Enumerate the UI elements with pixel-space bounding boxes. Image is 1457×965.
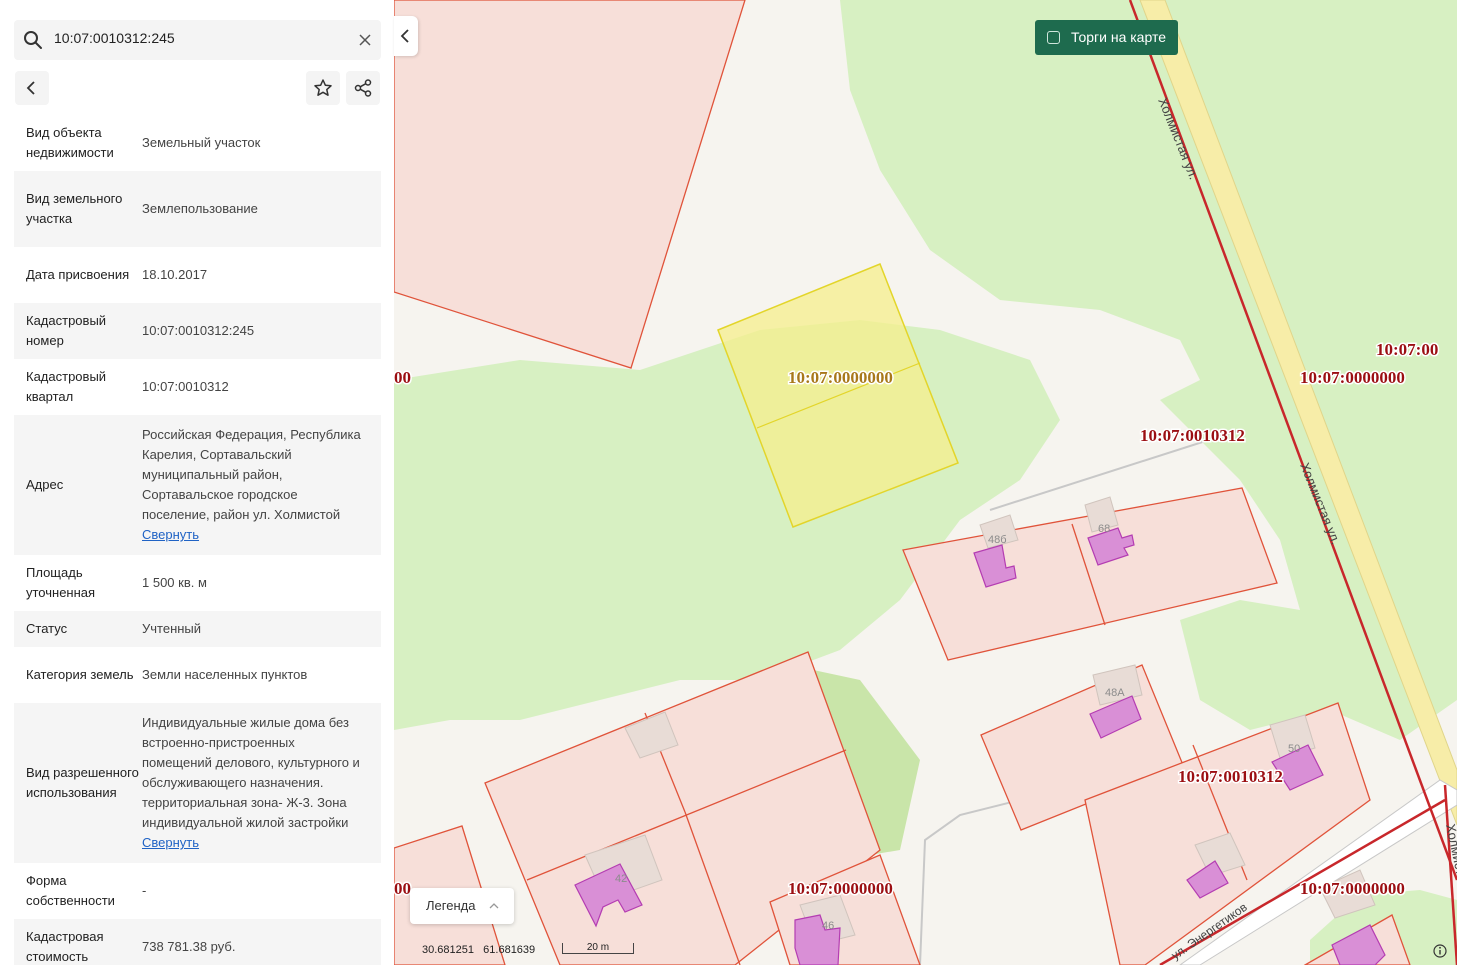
chevron-left-icon [400, 29, 409, 43]
detail-key: Категория земель [26, 667, 134, 682]
coordinates-readout: 30.681251 61.681639 [422, 944, 536, 956]
search-input[interactable] [54, 30, 344, 46]
house-number: 42 [615, 873, 627, 885]
details-list: Вид объекта недвижимости Земельный участ… [14, 115, 381, 965]
cadastral-label: 10:07:0000000 [1300, 368, 1405, 387]
cadastral-label: 10:07:0000000 [788, 879, 893, 898]
detail-row: Дата присвоения 18.10.2017 [14, 247, 381, 303]
detail-value: 10:07:0010312:245 [142, 323, 255, 338]
detail-row: Вид объекта недвижимости Земельный участ… [14, 115, 381, 171]
detail-row: Форма собственности - [14, 863, 381, 919]
scale-bar: 20 m [562, 943, 634, 954]
legend-label: Легенда [426, 898, 476, 913]
detail-key: Кадастровая стоимость [26, 929, 104, 964]
search-bar [14, 20, 381, 60]
detail-value: 738 781.38 руб. [142, 939, 236, 954]
detail-key: Площадь уточненная [26, 565, 96, 600]
collapse-link[interactable]: Свернуть [142, 833, 367, 853]
detail-value: 18.10.2017 [142, 267, 208, 282]
close-icon[interactable] [357, 32, 373, 48]
cadastral-label: 10:07:00 [1376, 340, 1438, 359]
detail-value: Землепользование [142, 201, 258, 216]
detail-key: Кадастровый номер [26, 313, 107, 348]
detail-key: Дата присвоения [26, 267, 130, 282]
map-canvas[interactable]: 48б 68 48А 50 42 46 Холмистая ул. Холмис… [394, 0, 1457, 965]
cadastral-label: 10:07:0000000 [788, 368, 893, 387]
detail-value: Земли населенных пунктов [142, 667, 308, 682]
auctions-toggle-label: Торги на карте [1071, 29, 1166, 45]
chevron-up-icon [489, 903, 499, 909]
detail-row: Категория земель Земли населенных пункто… [14, 647, 381, 703]
detail-value: 10:07:0010312 [142, 379, 229, 394]
detail-row: Вид земельного участка Землепользование [14, 171, 381, 247]
detail-key: Вид объекта недвижимости [26, 125, 114, 160]
greenery-area [394, 320, 1060, 730]
detail-value: Учтенный [142, 621, 202, 636]
house-number: 50 [1288, 743, 1300, 755]
house-number: 48б [988, 534, 1007, 546]
detail-key: Кадастровый квартал [26, 369, 107, 404]
detail-value: Российская Федерация, Республика Карелия… [142, 427, 361, 522]
auctions-toggle[interactable]: Торги на карте [1035, 20, 1178, 55]
detail-row: Площадь уточненная 1 500 кв. м [14, 555, 381, 611]
detail-key: Вид земельного участка [26, 191, 123, 226]
cadastral-label: 00 [394, 368, 411, 387]
house-number: 48А [1105, 687, 1125, 699]
detail-value: Индивидуальные жилые дома без встроенно-… [142, 715, 360, 830]
detail-value: 1 500 кв. м [142, 575, 207, 590]
cadastral-label: 00 [394, 879, 411, 898]
info-icon[interactable] [1433, 944, 1447, 958]
detail-key: Адрес [26, 477, 64, 492]
share-button[interactable] [346, 71, 380, 105]
detail-row: Вид разрешенного использования Индивидуа… [14, 703, 381, 863]
search-icon[interactable] [23, 30, 43, 50]
house-number: 68 [1098, 523, 1110, 535]
detail-row: Статус Учтенный [14, 611, 381, 647]
detail-key: Вид разрешенного использования [26, 765, 139, 800]
detail-key: Форма собственности [26, 873, 115, 908]
detail-row: Адрес Российская Федерация, Республика К… [14, 415, 381, 555]
house-number: 46 [822, 920, 834, 932]
detail-key: Статус [26, 621, 68, 636]
collapse-link[interactable]: Свернуть [142, 525, 367, 545]
cadastral-label: 10:07:0000000 [1300, 879, 1405, 898]
collapse-panel-button[interactable] [394, 16, 418, 56]
back-button[interactable] [15, 71, 49, 105]
details-panel: Вид объекта недвижимости Земельный участ… [0, 0, 394, 965]
detail-row: Кадастровый квартал 10:07:0010312 [14, 359, 381, 415]
detail-value: Земельный участок [142, 135, 261, 150]
detail-row: Кадастровая стоимость 738 781.38 руб. [14, 919, 381, 965]
cadastral-label: 10:07:0010312 [1140, 426, 1245, 445]
cadastral-label: 10:07:0010312 [1178, 767, 1283, 786]
chevron-left-icon [26, 81, 35, 95]
detail-row: Кадастровый номер 10:07:0010312:245 [14, 303, 381, 359]
favorite-button[interactable] [306, 71, 340, 105]
star-icon [314, 79, 332, 96]
share-icon [354, 79, 372, 97]
parcel [394, 0, 746, 369]
legend-button[interactable]: Легенда [410, 888, 514, 924]
detail-value: - [142, 883, 147, 898]
checkbox[interactable] [1047, 31, 1060, 44]
